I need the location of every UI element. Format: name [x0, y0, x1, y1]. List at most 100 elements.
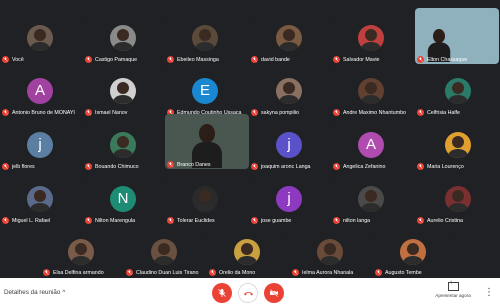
bottom-toolbar: Detalhes da reunião ^ Apresentar agora ⋮: [0, 278, 500, 308]
participant-name: Maria Lourenço: [427, 163, 464, 170]
participant-avatar: [317, 238, 343, 265]
mic-muted-icon: [167, 161, 174, 168]
present-screen-icon: [447, 280, 459, 291]
participant-avatar: j: [27, 131, 53, 158]
participant-name: Você: [12, 56, 24, 63]
participant-tile[interactable]: N Nilton Marengula: [83, 178, 163, 225]
mic-muted-icon: [417, 217, 424, 224]
participant-name-row: Nilton Marengula: [85, 217, 135, 224]
participant-name-row: Branco Danes: [167, 161, 211, 168]
present-now-label: Apresentar agora: [435, 293, 471, 298]
participant-avatar: [358, 185, 384, 212]
participant-name-row: Angelica Zefanino: [333, 163, 385, 170]
participant-tile[interactable]: Orelio da Mono: [207, 232, 287, 277]
participant-name-row: Castigo Pamaque: [85, 56, 137, 63]
hang-up-icon: [243, 291, 253, 295]
participant-tile[interactable]: Você: [0, 17, 80, 64]
mic-muted-icon: [2, 56, 9, 63]
participant-name: david bande: [261, 56, 290, 63]
participant-tile[interactable]: Ismael Nanov: [83, 70, 163, 117]
participant-tile[interactable]: sakyna pompilio: [249, 70, 329, 117]
participant-name: Miguel L. Rafael: [12, 217, 51, 224]
participant-tile[interactable]: Claudino Duan Luis Tirano: [124, 232, 204, 277]
camera-off-icon: [270, 289, 278, 297]
participant-avatar: j: [276, 131, 302, 158]
mic-muted-icon: [251, 217, 258, 224]
participant-name: Ismael Nanov: [95, 109, 128, 116]
participant-name: Tolerar Euclides: [177, 217, 215, 224]
participant-name: Ielma Aurora Nhanala: [302, 269, 354, 276]
participant-avatar: [68, 238, 94, 265]
avatar-initial: A: [34, 82, 45, 99]
participant-tile[interactable]: Tolerar Euclides: [165, 178, 245, 225]
participant-tile[interactable]: Miguel L. Rafael: [0, 178, 80, 225]
mic-muted-icon: [126, 269, 133, 276]
mic-muted-icon: [375, 269, 382, 276]
meeting-details-label: Detalhes da reunião: [4, 289, 61, 296]
participant-tile[interactable]: Celfrisia Halfe: [415, 70, 500, 117]
mic-muted-icon: [2, 163, 9, 170]
end-call-button[interactable]: [238, 283, 258, 303]
participant-name-row: Elsa Delfina armando: [43, 269, 104, 276]
participant-name-row: jose guambe: [251, 217, 291, 224]
participant-name: Salvador Mavie: [343, 56, 380, 63]
participant-tile[interactable]: nilton langa: [331, 178, 411, 225]
participant-tile[interactable]: Maria Lourenço: [415, 124, 500, 171]
meeting-details-button[interactable]: Detalhes da reunião ^: [4, 289, 65, 296]
participant-tile[interactable]: Andre Maximo Nhantumbo: [331, 70, 411, 117]
participant-name-row: Salvador Mavie: [333, 56, 380, 63]
participant-tile[interactable]: j joaquim aronc Langa: [249, 124, 329, 171]
participant-avatar: [192, 185, 218, 212]
participant-tile[interactable]: Ebeileo Massinga: [165, 17, 245, 64]
mic-muted-icon: [167, 217, 174, 224]
participant-tile[interactable]: Bouando Chimuco: [83, 124, 163, 171]
avatar-initial: N: [117, 190, 129, 207]
avatar-initial: j: [287, 190, 291, 207]
participant-tile[interactable]: Aurelio Cristina: [415, 178, 500, 225]
participant-name-row: Ebeileo Massinga: [167, 56, 219, 63]
participant-name: Angelica Zefanino: [343, 163, 386, 170]
participant-tile[interactable]: david bande: [249, 17, 329, 64]
microphone-toggle-button[interactable]: [212, 283, 232, 303]
participant-tile[interactable]: Elton Chassaque: [415, 8, 499, 64]
participant-avatar: [358, 77, 384, 104]
participant-tile[interactable]: A Angelica Zefanino: [331, 124, 411, 171]
participant-avatar: [110, 131, 136, 158]
participant-grid: Você Castigo Pamaque Ebeileo Massinga david…: [0, 0, 500, 278]
participant-tile[interactable]: Ielma Aurora Nhanala: [290, 232, 370, 277]
camera-toggle-button[interactable]: [264, 283, 284, 303]
participant-tile[interactable]: Salvador Mavie: [331, 17, 411, 64]
participant-name-row: Andre Maximo Nhantumbo: [333, 109, 406, 116]
participant-tile[interactable]: Branco Danes: [165, 114, 249, 169]
participant-tile[interactable]: j jelb flores: [0, 124, 80, 171]
avatar-initial: A: [365, 136, 376, 153]
participant-tile[interactable]: A Antonio Bruno de MONAYI: [0, 70, 80, 117]
participant-tile[interactable]: E Edmundo Coutinho Ussaca: [165, 70, 245, 117]
avatar-initial: j: [287, 136, 291, 153]
participant-name: Orelio da Mono: [219, 269, 256, 276]
participant-name: Celfrisia Halfe: [427, 109, 460, 116]
participant-name: Claudino Duan Luis Tirano: [136, 269, 199, 276]
participant-avatar: [27, 24, 53, 51]
participant-name-row: david bande: [251, 56, 290, 63]
participant-tile[interactable]: Elsa Delfina armando: [41, 232, 121, 277]
participant-tile[interactable]: j jose guambe: [249, 178, 329, 225]
participant-name-row: jelb flores: [2, 163, 35, 170]
more-options-icon[interactable]: ⋮: [484, 287, 494, 298]
chevron-up-icon: ^: [62, 289, 66, 296]
participant-tile[interactable]: Augusto Tembe: [373, 232, 453, 277]
participant-avatar: [151, 238, 177, 265]
present-now-button[interactable]: Apresentar agora: [430, 280, 476, 298]
mic-muted-icon: [333, 109, 340, 116]
participant-name-row: Maria Lourenço: [417, 163, 464, 170]
participant-name: Andre Maximo Nhantumbo: [343, 109, 407, 116]
participant-avatar: A: [358, 131, 384, 158]
participant-name: Elton Chassaque: [427, 56, 468, 63]
participant-tile[interactable]: Castigo Pamaque: [83, 17, 163, 64]
participant-name-row: Bouando Chimuco: [85, 163, 139, 170]
participant-name: joaquim aronc Langa: [261, 163, 311, 170]
mic-muted-icon: [2, 109, 9, 116]
participant-name: jelb flores: [12, 163, 35, 170]
mic-muted-icon: [209, 269, 216, 276]
participant-name: jose guambe: [261, 217, 292, 224]
